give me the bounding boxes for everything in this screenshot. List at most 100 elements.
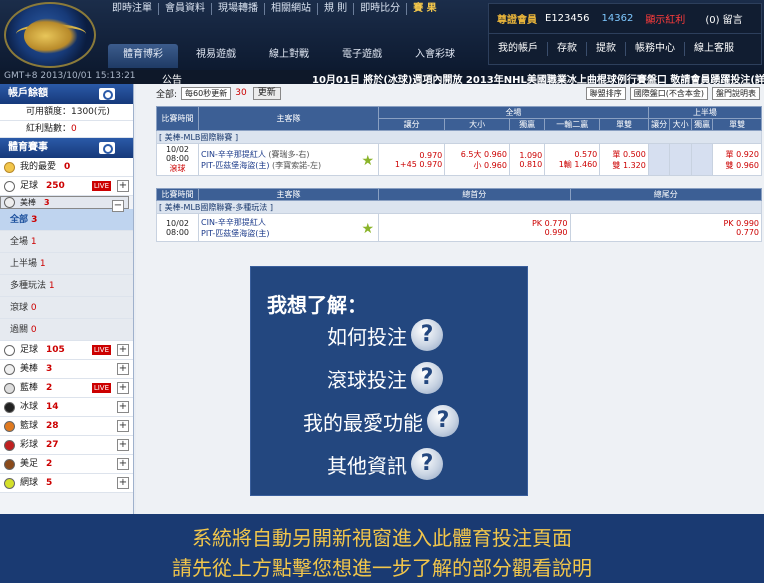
- sidebar-item-soccer-top[interactable]: 足球 250 LIVE +: [0, 177, 133, 196]
- sport-name: 足球: [20, 180, 39, 191]
- support-button[interactable]: 線上客服: [685, 42, 743, 56]
- sport-name: 冰球: [20, 401, 39, 412]
- sport-name: 美棒: [20, 198, 36, 207]
- col-teams: 主客隊: [198, 106, 379, 131]
- odds-guide-button[interactable]: 盤門說明表: [712, 86, 760, 100]
- sub-oe: 單雙: [599, 118, 649, 131]
- show-bonus-link[interactable]: 顯示紅利: [645, 11, 685, 26]
- sidebar-item-baseball-selected[interactable]: 美棒 3 −: [0, 196, 129, 212]
- sub-ml: 獨贏: [508, 118, 546, 131]
- sidebar-item-blue-baseball[interactable]: 藍棒 2 LIVE +: [0, 379, 133, 398]
- odds-ou[interactable]: 6.5大 0.960 小 0.960: [444, 143, 510, 176]
- expand-icon[interactable]: +: [117, 420, 129, 432]
- deposit-button[interactable]: 存款: [548, 42, 587, 56]
- refresh-interval-select[interactable]: 每60秒更新: [181, 86, 232, 100]
- tab-egames[interactable]: 電子遊戲: [327, 44, 397, 68]
- odds-one[interactable]: 0.570 1輸 1.460: [544, 143, 601, 176]
- favorite-star-icon[interactable]: ★: [361, 221, 374, 237]
- sidebar-item-favorites[interactable]: 我的最愛 0: [0, 158, 133, 177]
- sub-count: 0: [30, 325, 37, 335]
- tab-lottery[interactable]: 入會彩球: [400, 44, 470, 68]
- match-time: 10/02 08:00: [156, 213, 199, 242]
- sub-count: 1: [48, 281, 55, 291]
- sidebar-item-ice-hockey[interactable]: 冰球 14 +: [0, 398, 133, 417]
- sub-half-ml: 獨贏: [690, 118, 714, 131]
- sport-count: 2: [46, 382, 53, 393]
- sport-name: 足球: [20, 344, 39, 355]
- help-item-favorites[interactable]: 我的最愛功能 ?: [303, 405, 459, 437]
- soccer-ball-icon: [4, 344, 15, 356]
- odds-type-select[interactable]: 國際盤口(不含本金): [629, 86, 708, 100]
- odds-half-oe[interactable]: 單 0.920 雙 0.960: [712, 143, 762, 176]
- sub-count: 3: [31, 215, 38, 225]
- col-half: 上半場: [647, 106, 763, 119]
- site-header: 即時注單 會員資料 現場轉播 相關網站 規 則 即時比分 賽 果 體育博彩 視易…: [0, 0, 764, 70]
- my-account-button[interactable]: 我的帳戶: [489, 42, 548, 56]
- tab-sports[interactable]: 體育博彩: [108, 44, 178, 68]
- topnav-live[interactable]: 現場轉播: [212, 3, 265, 15]
- question-icon: ?: [411, 319, 443, 351]
- collapse-icon[interactable]: −: [112, 200, 124, 212]
- tab-video[interactable]: 視易遊戲: [181, 44, 251, 68]
- sidebar-item-basketball[interactable]: 籃球 28 +: [0, 417, 133, 436]
- match-clock: 08:00: [165, 154, 190, 163]
- bonus-value: 0: [71, 124, 77, 134]
- topnav-member[interactable]: 會員資料: [159, 3, 212, 15]
- help-item-how-to-bet[interactable]: 如何投注 ?: [327, 319, 443, 351]
- message-link[interactable]: (0) 留言: [705, 11, 742, 26]
- odds-first-score[interactable]: PK 0.770 0.990: [378, 213, 571, 242]
- tab-battle[interactable]: 線上對戰: [254, 44, 324, 68]
- expand-icon[interactable]: +: [117, 401, 129, 413]
- sport-name: 網球: [20, 477, 39, 488]
- sidebar-item-american-football[interactable]: 美足 2 +: [0, 455, 133, 474]
- subitem-all[interactable]: 全部 3: [0, 209, 133, 231]
- sub-ou: 大小: [444, 118, 510, 131]
- site-logo[interactable]: [4, 2, 96, 68]
- subitem-live[interactable]: 滾球 0: [0, 297, 133, 319]
- favorite-star-icon[interactable]: ★: [361, 153, 374, 169]
- odds-hdp[interactable]: 0.970 1+45 0.970: [377, 143, 446, 176]
- league-name: [ 美棒-MLB國際聯賽 ]: [156, 130, 762, 144]
- odds-last-score[interactable]: PK 0.990 0.770: [569, 213, 762, 242]
- refresh-sports-icon[interactable]: [99, 142, 115, 154]
- help-panel: 我想了解： 如何投注 ? 滾球投注 ? 我的最愛功能 ? 其他資訊 ?: [250, 266, 528, 496]
- basketball-icon: [4, 420, 15, 432]
- sport-count: 14: [46, 401, 59, 412]
- help-item-other[interactable]: 其他資訊 ?: [327, 448, 443, 480]
- expand-icon[interactable]: +: [117, 439, 129, 451]
- match-clock: 08:00: [165, 227, 190, 237]
- topnav-bets[interactable]: 即時注單: [106, 3, 159, 15]
- odds-oe[interactable]: 單 0.500 雙 1.320: [599, 143, 649, 176]
- subitem-first-half[interactable]: 上半場 1: [0, 253, 133, 275]
- expand-icon[interactable]: +: [117, 458, 129, 470]
- user-panel: 尊證會員 E123456 14362 顯示紅利 (0) 留言 我的帳戶 存款 提…: [488, 3, 762, 65]
- odds-ml[interactable]: 1.090 0.810: [508, 143, 546, 176]
- expand-icon[interactable]: +: [117, 180, 129, 192]
- expand-icon[interactable]: +: [117, 363, 129, 375]
- sidebar-item-lottery[interactable]: 彩球 27 +: [0, 436, 133, 455]
- expand-icon[interactable]: +: [117, 382, 129, 394]
- topnav-rules[interactable]: 規 則: [318, 3, 355, 15]
- account-center-button[interactable]: 帳務中心: [626, 42, 685, 56]
- refresh-balance-icon[interactable]: [99, 88, 115, 100]
- sport-name: 彩球: [20, 439, 39, 450]
- sort-select[interactable]: 聯盟排序: [585, 86, 626, 100]
- sub-count: 1: [39, 259, 46, 269]
- topnav-sites[interactable]: 相關網站: [265, 3, 318, 15]
- withdraw-button[interactable]: 提款: [587, 42, 626, 56]
- subitem-parlay[interactable]: 過關 0: [0, 319, 133, 341]
- topnav-results[interactable]: 賽 果: [407, 3, 442, 15]
- sidebar-item-tennis[interactable]: 網球 5 +: [0, 474, 133, 493]
- topnav-score[interactable]: 即時比分: [354, 3, 408, 15]
- main-nav: 體育博彩 視易遊戲 線上對戰 電子遊戲 入會彩球: [108, 44, 473, 68]
- subitem-multi[interactable]: 多種玩法 1: [0, 275, 133, 297]
- subitem-full[interactable]: 全場 1: [0, 231, 133, 253]
- help-item-live-bet[interactable]: 滾球投注 ?: [327, 362, 443, 394]
- sidebar-item-us-baseball[interactable]: 美棒 3 +: [0, 360, 133, 379]
- expand-icon[interactable]: +: [117, 344, 129, 356]
- expand-icon[interactable]: +: [117, 477, 129, 489]
- odds-half-ml: [690, 143, 714, 176]
- refresh-button[interactable]: 更新: [252, 86, 281, 100]
- baseball-icon: [4, 363, 15, 375]
- sidebar-item-soccer[interactable]: 足球 105 LIVE +: [0, 341, 133, 360]
